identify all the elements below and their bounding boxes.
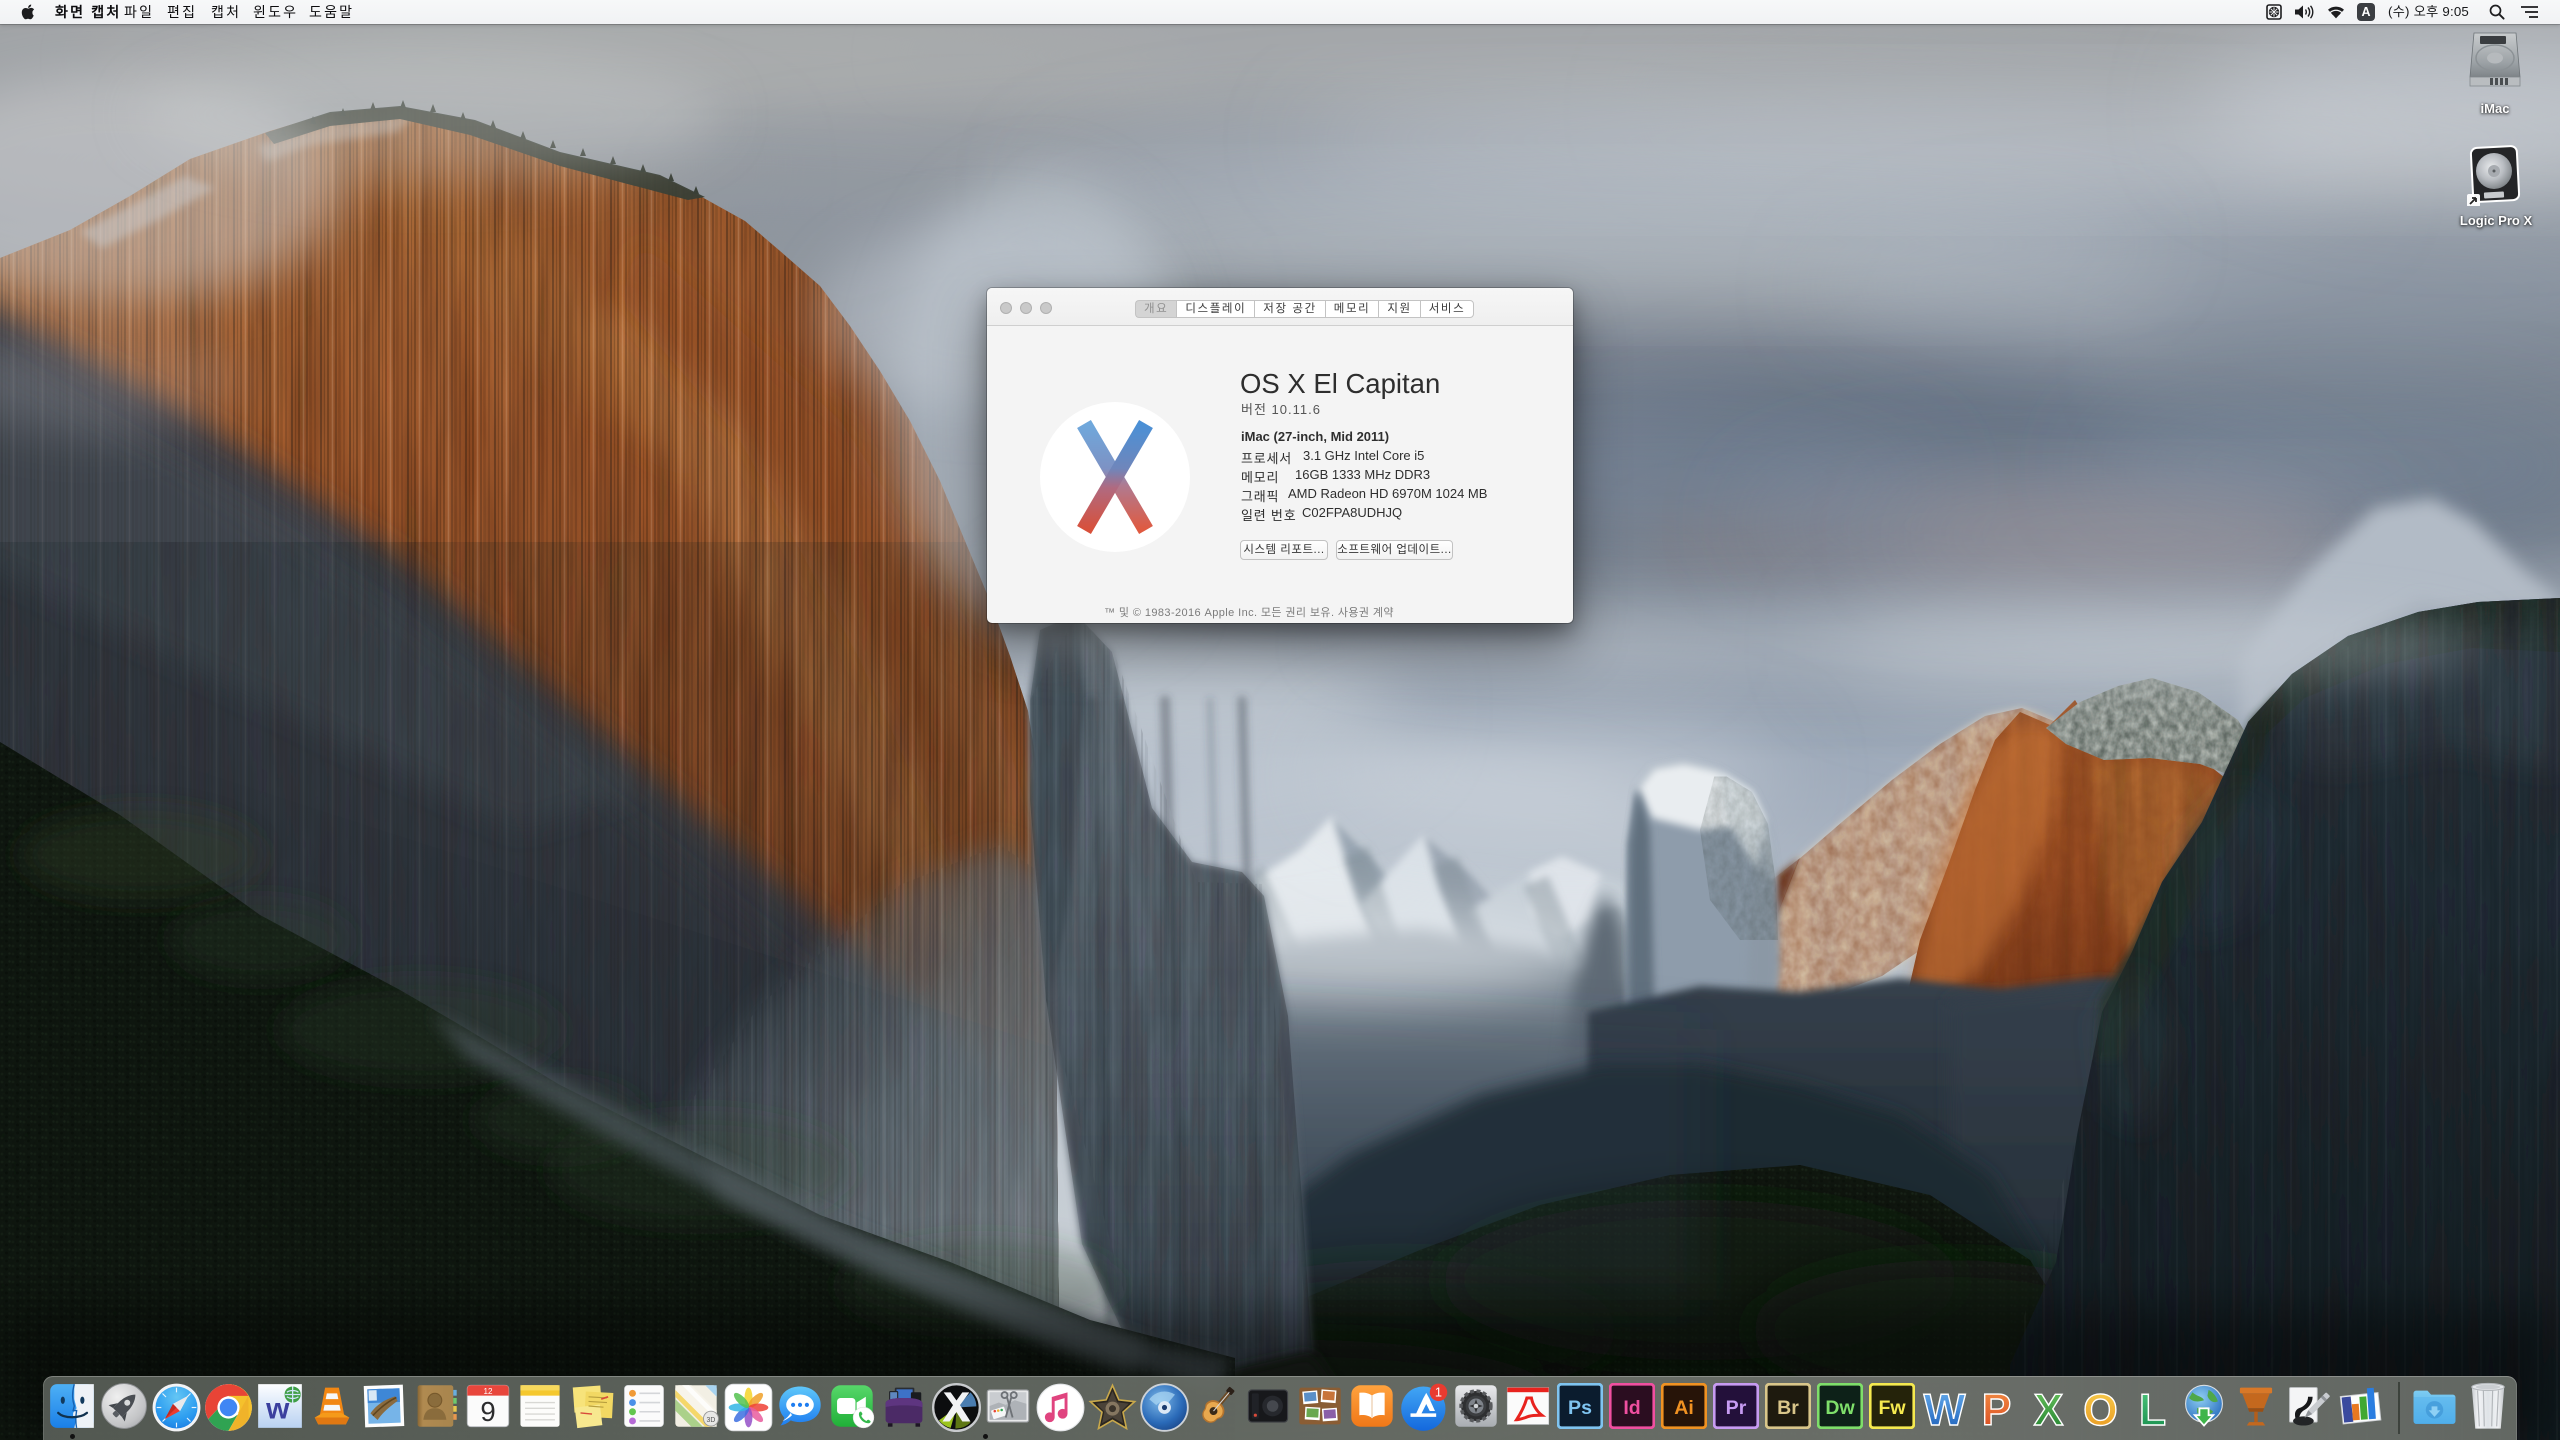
svg-text:Br: Br [1777, 1397, 1799, 1419]
svg-text:Ai: Ai [1674, 1397, 1694, 1419]
svg-text:W: W [1924, 1386, 1966, 1432]
svg-text:Fw: Fw [1878, 1397, 1906, 1419]
svg-text:3D: 3D [707, 1417, 716, 1424]
svg-text:1: 1 [1435, 1384, 1442, 1399]
svg-text:Pr: Pr [1726, 1397, 1747, 1419]
svg-text:Dw: Dw [1825, 1397, 1855, 1419]
svg-text:Ps: Ps [1568, 1397, 1592, 1419]
svg-text:9: 9 [480, 1396, 495, 1427]
svg-text:O: O [2083, 1386, 2117, 1432]
svg-text:Id: Id [1623, 1397, 1640, 1419]
svg-text:12: 12 [484, 1387, 493, 1396]
svg-text:P: P [1982, 1386, 2012, 1432]
svg-text:X: X [2034, 1386, 2064, 1432]
svg-text:L: L [2139, 1386, 2166, 1432]
